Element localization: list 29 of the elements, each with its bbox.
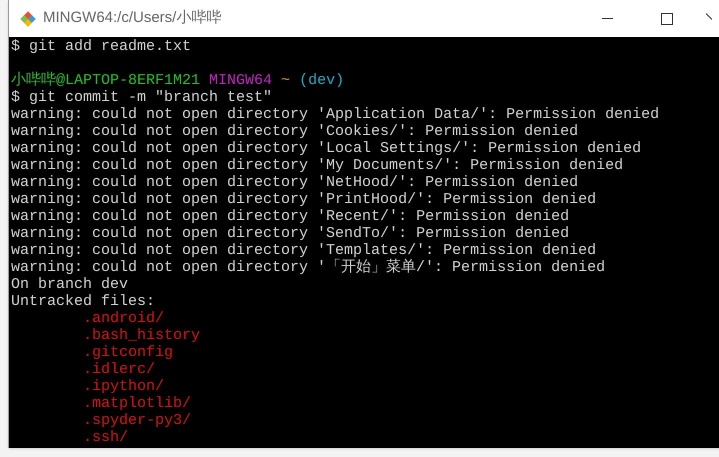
output-line: Untracked files: [11,293,156,310]
minimize-icon [602,18,612,19]
output-line: warning: could not open directory 'Local Settings/': Permission denied [11,140,642,157]
untracked-file: .spyder-py3/ [83,412,192,429]
output-line: warning: could not open directory 'My Documents/': Permission denied [11,157,624,174]
output-line: warning: could not open directory '「开始」菜单/': Permission denied [11,259,606,276]
output-line: warning: could not open directory 'NetHood/': Permission denied [11,174,578,191]
prompt-user: 小哔哔@LAPTOP-8ERF1M21 [11,72,200,89]
output-line: warning: could not open directory 'Cookies/': Permission denied [11,123,578,140]
output-line: warning: could not open directory 'Templates/': Permission denied [11,242,596,259]
prompt-shell: MINGW64 [209,72,272,89]
output-line: warning: could not open directory 'PrintHood/': Permission denied [11,191,596,208]
command-line: $ git commit -m "branch test" [11,89,272,106]
output-line: warning: could not open directory 'Recent/': Permission denied [11,208,570,225]
prompt-path: ~ [281,72,290,89]
untracked-file: .ipython/ [83,378,164,395]
untracked-file: .ssh/ [83,429,128,446]
untracked-file: .gitconfig [83,344,174,361]
output-line: warning: could not open directory 'Application Data/': Permission denied [11,106,660,123]
prompt-branch: (dev) [299,72,344,89]
untracked-file: .matplotlib/ [83,395,192,412]
maximize-icon [661,12,673,24]
output-line: warning: could not open directory 'SendTo/': Permission denied [11,225,570,242]
command-line: $ git add readme.txt [11,38,192,55]
window-title: MINGW64:/c/Users/小哔哔 [43,8,222,28]
output-line: On branch dev [11,276,128,293]
untracked-file: .bash_history [83,327,200,344]
untracked-file: .android/ [83,310,164,327]
untracked-file: .idlerc/ [83,361,156,378]
